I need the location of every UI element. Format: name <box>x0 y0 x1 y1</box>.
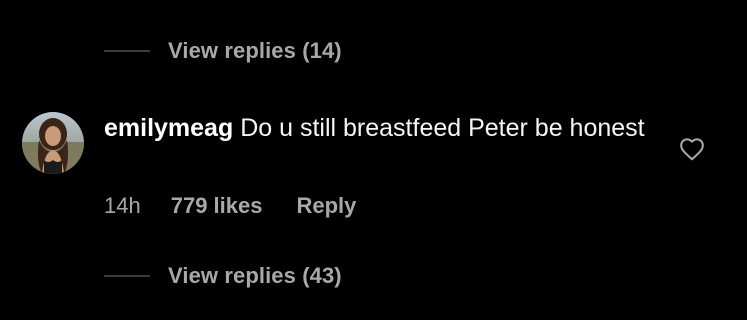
heart-outline-icon[interactable] <box>679 137 705 161</box>
comment-username[interactable]: emilymeag <box>104 114 233 142</box>
replies-divider-line <box>104 50 150 52</box>
view-replies-label: View replies (14) <box>168 38 342 63</box>
comment-likes-count[interactable]: 779 likes <box>171 193 263 219</box>
comment-timestamp: 14h <box>104 193 141 218</box>
avatar-photo <box>22 112 84 174</box>
avatar[interactable] <box>22 112 84 174</box>
view-replies-label: View replies (43) <box>168 263 342 288</box>
reply-button[interactable]: Reply <box>296 193 356 219</box>
comment-body: emilymeag Do u still breastfeed Peter be… <box>104 113 664 144</box>
replies-divider-line <box>104 275 150 277</box>
comment-meta: 14h 779 likes Reply <box>104 193 356 219</box>
view-replies-button-top[interactable]: View replies (14) <box>104 38 342 64</box>
view-replies-button-bottom[interactable]: View replies (43) <box>104 263 342 289</box>
comment-text: Do u still breastfeed Peter be honest <box>240 114 645 142</box>
